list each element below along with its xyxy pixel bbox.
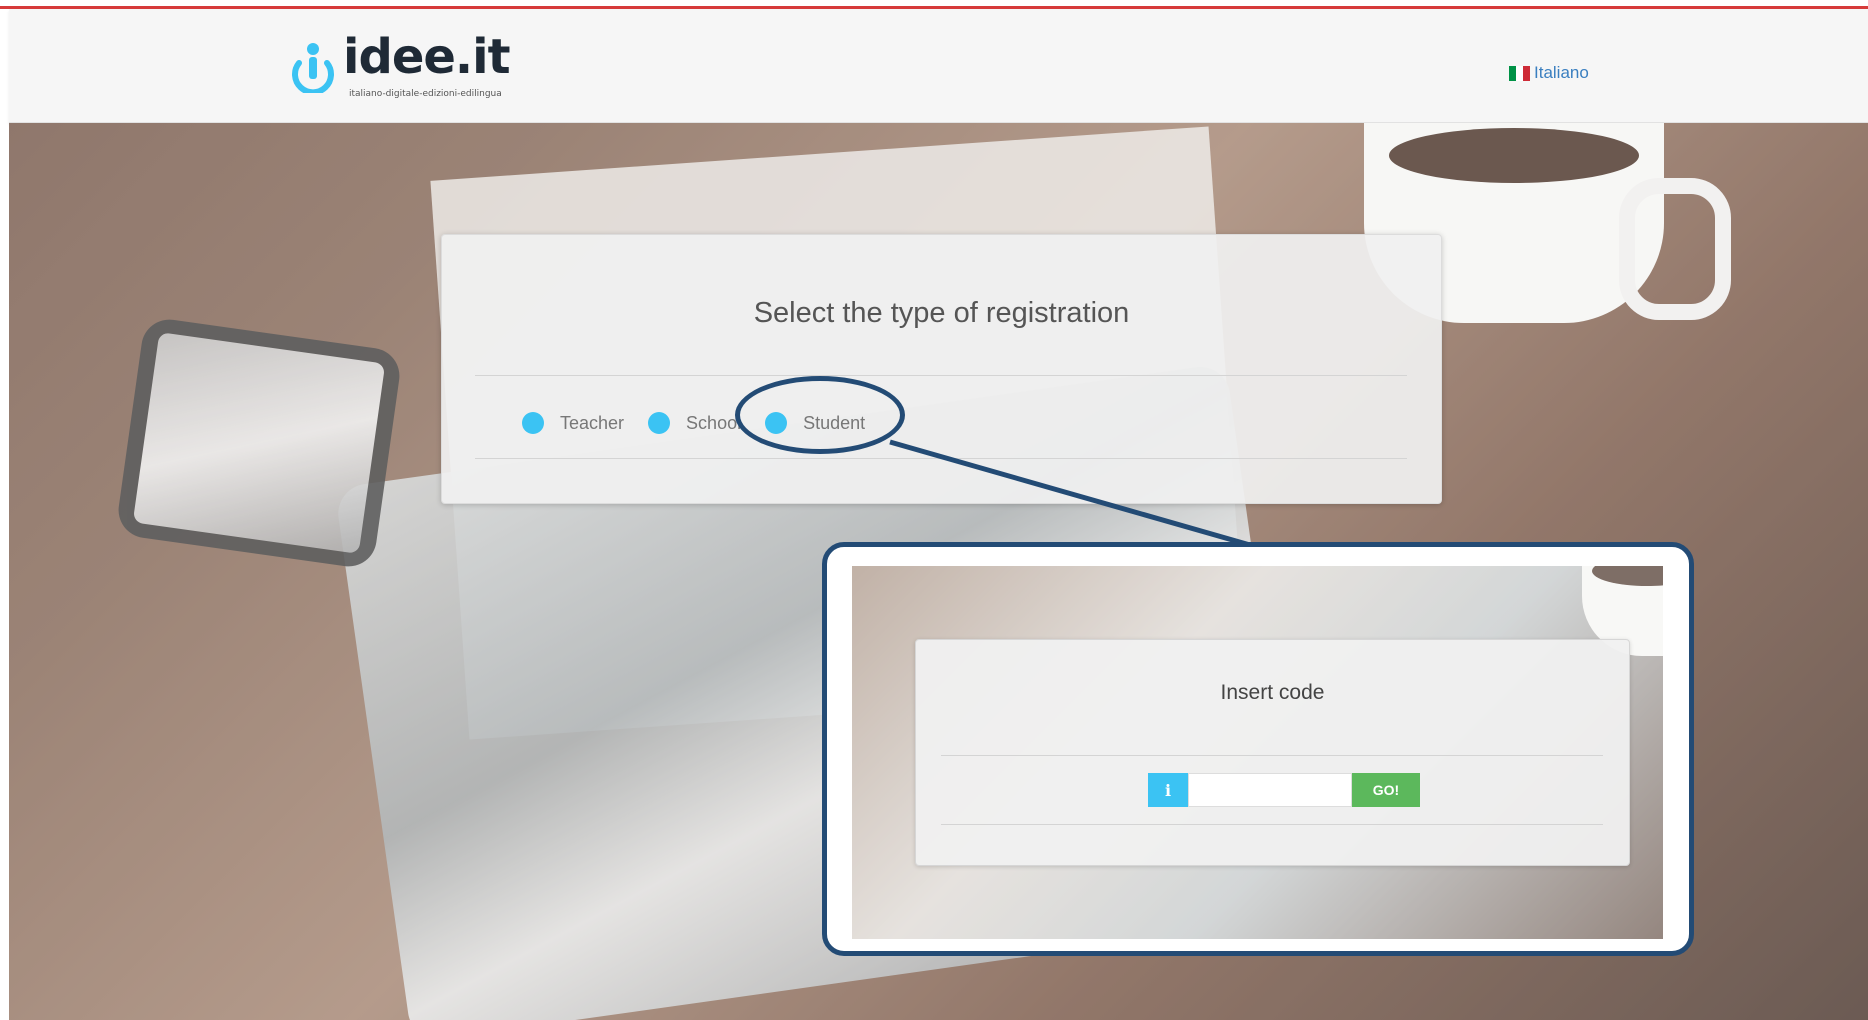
option-school-label: School [686,412,742,433]
registration-title: Select the type of registration [753,297,1130,329]
site-header: idee.it italiano-digitale-edizioni-edili… [9,9,1868,123]
code-input-group: i GO! [1148,773,1420,807]
divider [941,824,1603,825]
language-label: Italiano [1534,63,1589,82]
language-selector[interactable]: Italiano [1509,63,1589,83]
go-button[interactable]: GO! [1352,773,1420,807]
zoomed-view: Insert code i GO! [852,566,1663,939]
logo-tagline: italiano-digitale-edizioni-edilingua [349,89,502,99]
insert-code-title: Insert code [1220,681,1325,704]
divider [941,755,1603,756]
code-input[interactable] [1188,773,1352,807]
registration-panel: Select the type of registration Teacher … [441,234,1442,504]
italian-flag-icon [1509,65,1530,81]
callout-highlight-ellipse [735,376,905,454]
info-icon: i [1148,773,1188,807]
divider [475,375,1407,376]
left-gutter [0,9,9,1020]
zoom-callout-box: Insert code i GO! [822,542,1694,956]
power-logo-icon [292,43,334,93]
logo-text: idee.it [343,29,511,85]
divider [475,458,1407,459]
radio-school[interactable] [648,412,671,434]
option-school[interactable]: School [648,412,741,434]
option-teacher[interactable]: Teacher [522,412,624,434]
option-teacher-label: Teacher [560,412,625,433]
insert-code-panel: Insert code i GO! [915,639,1630,866]
site-logo[interactable]: idee.it italiano-digitale-edizioni-edili… [291,29,531,109]
radio-teacher[interactable] [522,412,544,434]
